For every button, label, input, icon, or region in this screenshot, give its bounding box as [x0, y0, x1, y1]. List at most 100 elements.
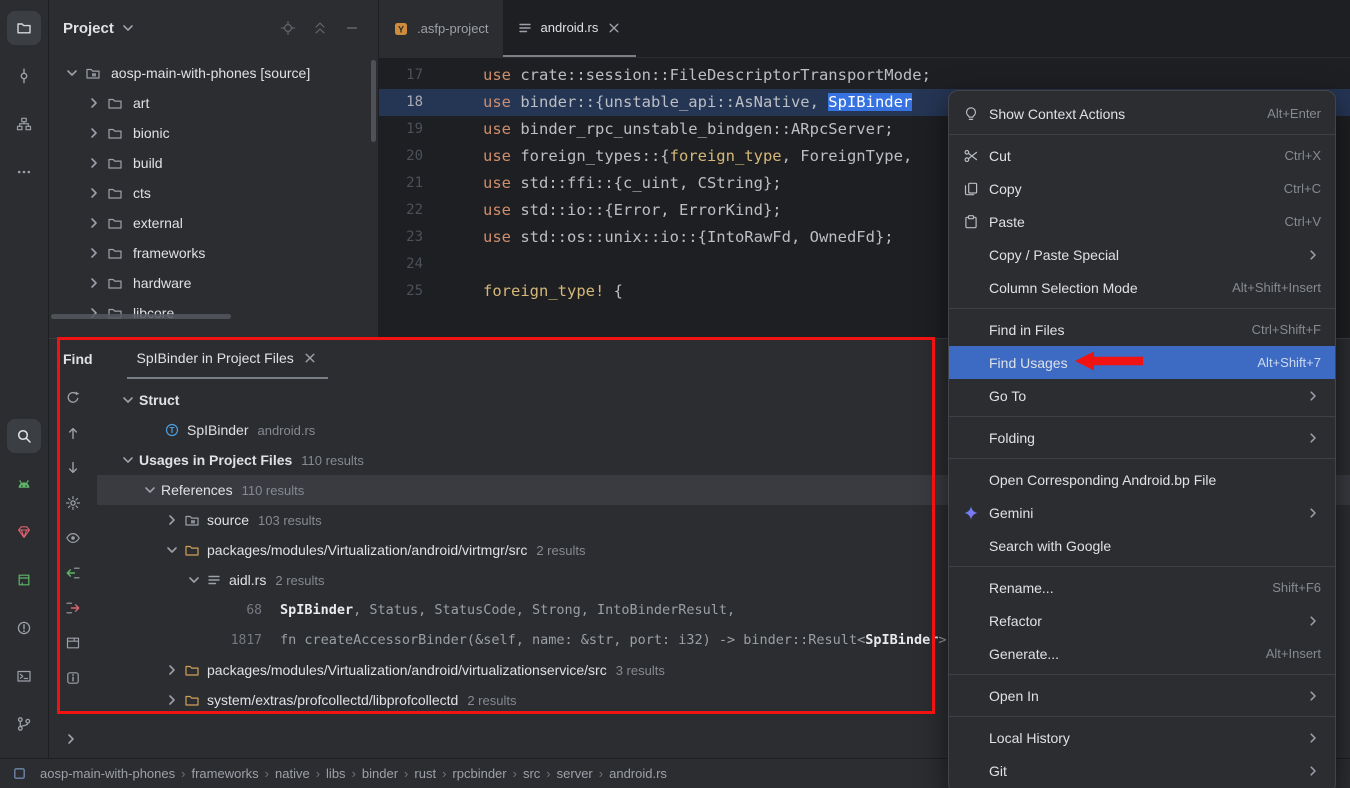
breadcrumb-src[interactable]: src [517, 766, 546, 781]
running-devices-button[interactable] [7, 563, 41, 597]
more-tool-windows-button[interactable] [7, 155, 41, 189]
project-item-frameworks[interactable]: frameworks [49, 238, 378, 268]
code-line-17[interactable]: 17use crate::session::FileDescriptorTran… [379, 62, 1350, 89]
breadcrumb-rust[interactable]: rust [408, 766, 442, 781]
chevron-right-icon[interactable] [63, 731, 79, 747]
close-icon[interactable] [302, 350, 318, 366]
menu-item-open-in[interactable]: Open In [949, 679, 1335, 712]
line-number[interactable]: 21 [379, 170, 423, 197]
project-panel-title[interactable]: Project [63, 20, 114, 37]
chevron-right-icon[interactable] [83, 275, 105, 291]
chevron-right-icon[interactable] [83, 185, 105, 201]
breadcrumb-android-rs[interactable]: android.rs [603, 766, 673, 781]
project-button[interactable] [7, 11, 41, 45]
submenu-arrow-icon [1305, 730, 1321, 746]
breadcrumb-binder[interactable]: binder [356, 766, 404, 781]
menu-item-git[interactable]: Git [949, 754, 1335, 787]
project-item-cts[interactable]: cts [49, 178, 378, 208]
horizontal-scrollbar[interactable] [51, 314, 231, 319]
find-results-tab[interactable]: SpIBinder in Project Files [127, 339, 328, 379]
menu-item-generate[interactable]: Generate...Alt+Insert [949, 637, 1335, 670]
line-number[interactable]: 20 [379, 143, 423, 170]
hide-panel-button[interactable] [344, 20, 360, 36]
chevron-right-icon[interactable] [163, 662, 181, 678]
structure-button[interactable] [7, 107, 41, 141]
menu-item-copy[interactable]: CopyCtrl+C [949, 172, 1335, 205]
chevron-down-icon[interactable] [120, 20, 136, 36]
menu-item-gemini[interactable]: Gemini [949, 496, 1335, 529]
breadcrumb-server[interactable]: server [551, 766, 599, 781]
line-number[interactable]: 23 [379, 224, 423, 251]
line-number[interactable]: 24 [379, 251, 423, 278]
chevron-right-icon[interactable] [83, 125, 105, 141]
menu-item-column-selection-mode[interactable]: Column Selection ModeAlt+Shift+Insert [949, 271, 1335, 304]
editor-tab-android-rs[interactable]: android.rs [503, 0, 637, 57]
project-item-art[interactable]: art [49, 88, 378, 118]
project-item-bionic[interactable]: bionic [49, 118, 378, 148]
version-control-button[interactable] [7, 707, 41, 741]
line-number[interactable]: 25 [379, 278, 423, 305]
chevron-right-icon[interactable] [83, 95, 105, 111]
breadcrumb-aosp-main-with-phones[interactable]: aosp-main-with-phones [34, 766, 181, 781]
line-number[interactable]: 22 [379, 197, 423, 224]
chevron-right-icon[interactable] [83, 245, 105, 261]
chevron-down-icon[interactable] [163, 542, 181, 558]
breadcrumb-rpcbinder[interactable]: rpcbinder [446, 766, 512, 781]
chevron-right-icon[interactable] [83, 155, 105, 171]
chevron-right-icon[interactable] [163, 512, 181, 528]
menu-item-refactor[interactable]: Refactor [949, 604, 1335, 637]
chevron-down-icon[interactable] [185, 572, 203, 588]
close-icon[interactable] [606, 20, 622, 36]
menu-item-copy-paste-special[interactable]: Copy / Paste Special [949, 238, 1335, 271]
menu-item-label: Rename... [989, 580, 1264, 596]
line-number[interactable]: 17 [379, 62, 423, 89]
line-number[interactable]: 18 [379, 89, 423, 116]
preview-button[interactable] [60, 525, 86, 551]
menu-item-go-to[interactable]: Go To [949, 379, 1335, 412]
refresh-button[interactable] [60, 385, 86, 411]
chevron-down-icon[interactable] [61, 65, 83, 81]
previous-result-button[interactable] [60, 420, 86, 446]
menu-item-show-context-actions[interactable]: Show Context ActionsAlt+Enter [949, 97, 1335, 130]
help-button[interactable] [60, 665, 86, 691]
project-item-libcore[interactable]: libcore [49, 298, 378, 328]
chevron-right-icon[interactable] [83, 215, 105, 231]
line-number[interactable]: 19 [379, 116, 423, 143]
locate-file-button[interactable] [280, 20, 296, 36]
next-result-button[interactable] [60, 455, 86, 481]
app-quality-insights-button[interactable] [7, 515, 41, 549]
menu-item-find-usages[interactable]: Find UsagesAlt+Shift+7 [949, 346, 1335, 379]
search-button[interactable] [7, 419, 41, 453]
project-item-hardware[interactable]: hardware [49, 268, 378, 298]
menu-item-find-in-files[interactable]: Find in FilesCtrl+Shift+F [949, 313, 1335, 346]
chevron-down-icon[interactable] [119, 392, 137, 408]
problems-button[interactable] [7, 611, 41, 645]
menu-item-paste[interactable]: PasteCtrl+V [949, 205, 1335, 238]
project-item-build[interactable]: build [49, 148, 378, 178]
collapse-all-button[interactable] [312, 20, 328, 36]
project-item-external[interactable]: external [49, 208, 378, 238]
vertical-scrollbar[interactable] [371, 60, 376, 142]
breadcrumb-libs[interactable]: libs [320, 766, 352, 781]
previous-occurrence-button[interactable] [60, 560, 86, 586]
chevron-right-icon[interactable] [163, 692, 181, 708]
open-results-in-new-tab-button[interactable] [60, 630, 86, 656]
menu-item-local-history[interactable]: Local History [949, 721, 1335, 754]
chevron-down-icon[interactable] [119, 452, 137, 468]
terminal-button[interactable] [7, 659, 41, 693]
chevron-down-icon[interactable] [141, 482, 159, 498]
commit-button[interactable] [7, 59, 41, 93]
menu-item-search-with-google[interactable]: Search with Google [949, 529, 1335, 562]
menu-item-open-corresponding-android-bp-file[interactable]: Open Corresponding Android.bp File [949, 463, 1335, 496]
menu-item-folding[interactable]: Folding [949, 421, 1335, 454]
breadcrumb-native[interactable]: native [269, 766, 316, 781]
next-occurrence-button[interactable] [60, 595, 86, 621]
settings-button[interactable] [60, 490, 86, 516]
menu-item-rename[interactable]: Rename...Shift+F6 [949, 571, 1335, 604]
editor-tab-asfp-project[interactable]: Y.asfp-project [379, 0, 503, 57]
breadcrumb-frameworks[interactable]: frameworks [185, 766, 264, 781]
project-item-aosp-main-with-phones-source[interactable]: aosp-main-with-phones [source] [49, 58, 378, 88]
icon-spacer [961, 247, 981, 263]
menu-item-cut[interactable]: CutCtrl+X [949, 139, 1335, 172]
device-manager-button[interactable] [7, 467, 41, 501]
